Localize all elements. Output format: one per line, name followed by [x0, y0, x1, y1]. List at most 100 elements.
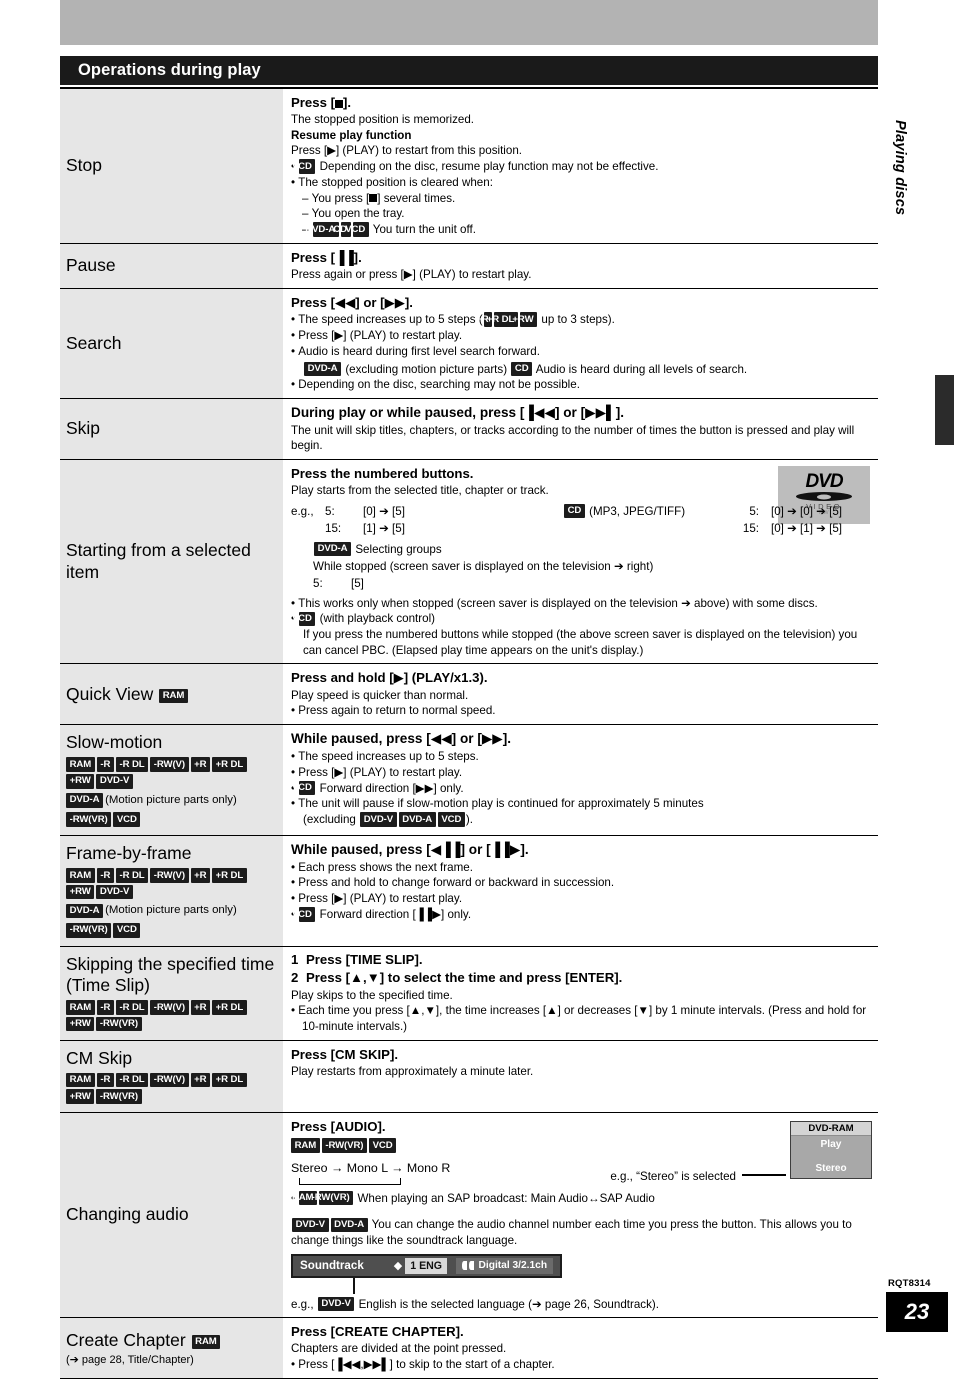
- instruction-heading: Press [CM SKIP].: [291, 1046, 398, 1062]
- dvd-logo-text: DVD: [805, 471, 843, 493]
- row-content-cell: While paused, press [◀▐▐] or [▐▐▶]. Each…: [283, 835, 878, 946]
- badge-note: (Motion picture parts only): [105, 793, 237, 806]
- edge-tab-marker: [935, 375, 954, 445]
- example-keys: [0] ➔ [0] ➔ [5]: [771, 504, 842, 518]
- row-label: Starting from a selected item: [66, 540, 251, 582]
- bullet-item: Press [▶] (PLAY) to restart play.: [291, 328, 870, 344]
- operations-table: Stop Press []. The stopped position is m…: [60, 87, 878, 1379]
- disc-badge-dvd-v: DVD-V: [317, 1296, 355, 1312]
- body-text: Press again or press [▶] (PLAY) to resta…: [291, 268, 532, 282]
- disc-badge-cd: CD: [511, 361, 533, 377]
- row-label: Skipping the specified time (Time Slip): [66, 953, 275, 995]
- unit-display-panel: DVD-RAM Play Stereo: [790, 1121, 872, 1180]
- row-label-cell: CM Skip RAM -R -R DL -RW(V) +R +R DL +RW -RW(V…: [60, 1040, 283, 1113]
- bullet-item: The unit will pause if slow-motion play …: [291, 796, 870, 812]
- numbered-example-block: 15: [1] ➔ [5] 15: [0] ➔ [1] ➔ [5]: [291, 520, 870, 537]
- inline-note: (excluding: [303, 813, 356, 827]
- disc-badge-ram: RAM: [291, 1138, 320, 1154]
- instruction-heading: Press and hold [▶] (PLAY/x1.3).: [291, 670, 488, 686]
- disc-badge-ram: RAM: [66, 1072, 95, 1088]
- row-content-cell: During play or while paused, press [▐◀◀]…: [283, 398, 878, 459]
- disc-badge-minus-rw-v: -RW(V): [150, 868, 189, 883]
- page-number: 23: [886, 1292, 948, 1332]
- disc-badge-minus-rw-vr: -RW(VR): [96, 1089, 142, 1105]
- instruction-heading: Press [].: [291, 95, 352, 110]
- disc-badge-plus-r: +R: [190, 757, 211, 772]
- table-row-search: Search Press [◀◀] or [▶▶]. The speed inc…: [60, 288, 878, 399]
- row-label: Pause: [66, 255, 116, 276]
- table-row-slow-motion: Slow-motion RAM -R -R DL -RW(V) +R +R DL +RW D…: [60, 725, 878, 836]
- bullet-item: Depending on the disc, searching may not…: [291, 377, 870, 393]
- disc-badge-minus-rw-v: -RW(V): [150, 1072, 189, 1088]
- disc-badge-minus-r-dl: -R DL: [115, 1072, 149, 1088]
- example-number: 5:: [325, 504, 335, 518]
- disc-badge-minus-r: -R: [96, 1072, 114, 1088]
- disc-badge-minus-rw-vr: -RW(VR): [66, 922, 112, 938]
- bullet-text: Depending on the disc, resume play funct…: [319, 160, 659, 174]
- example-prefix: e.g.,: [291, 1297, 314, 1311]
- row-label-cell: Changing audio: [60, 1113, 283, 1318]
- dash-text: You turn the unit off.: [372, 223, 476, 237]
- subheading: Resume play function: [291, 128, 412, 142]
- bullet-item: The speed increases up to 5 steps.: [291, 749, 870, 765]
- disc-badge-vcd: VCD: [113, 812, 141, 827]
- disc-badge-vcd: VCD: [368, 1138, 397, 1154]
- table-row-create-chapter: Create Chapter RAM (➔ page 28, Title/Cha…: [60, 1318, 878, 1379]
- disc-badge-group: RAM -R -R DL -RW(V) +R +R DL +RW -RW(VR): [66, 1072, 277, 1105]
- example-keys: [0] ➔ [5]: [363, 504, 405, 518]
- disc-badge-plus-rw: +RW: [66, 773, 95, 789]
- row-label-cell: Skip: [60, 398, 283, 459]
- disc-badge-plus-rw: +RW: [66, 884, 95, 900]
- table-row-starting-from-selected-item: Starting from a selected item DVD VIDEO …: [60, 459, 878, 665]
- row-content-cell: Press and hold [▶] (PLAY/x1.3). Play spe…: [283, 664, 878, 725]
- disc-badge-minus-r: -R: [96, 757, 114, 772]
- section-header: Operations during play: [60, 56, 878, 85]
- disc-badge-dvd-v: DVD-V: [96, 773, 133, 789]
- bullet-item: Press [▐◀◀,▶▶▌] to skip to the start of …: [291, 1357, 870, 1373]
- bullet-text: Forward direction [▐▐▶] only.: [319, 908, 472, 922]
- bullet-text: (with playback control): [319, 612, 436, 626]
- disc-badge-dvd-a: DVD-A: [330, 1217, 368, 1233]
- disc-badge-vcd: VCD: [113, 922, 141, 938]
- disc-badge-group: RAM -R -R DL -RW(V) +R +R DL +RW -RW(VR): [66, 999, 277, 1032]
- row-content-cell: Press [CREATE CHAPTER]. Chapters are div…: [283, 1318, 878, 1378]
- callout-leader-line: [742, 1174, 786, 1177]
- bullet-item: RAM-RW(VR) When playing an SAP broadcast…: [291, 1190, 870, 1207]
- stop-square-icon: [369, 194, 378, 203]
- instruction-heading: Press [▐▐].: [291, 249, 362, 265]
- body-text: If you press the numbered buttons while …: [303, 628, 858, 657]
- row-label: Quick View RAM: [66, 684, 277, 705]
- instruction-heading: While paused, press [◀▐▐] or [▐▐▶].: [291, 841, 529, 857]
- group-title: Selecting groups: [355, 542, 442, 556]
- row-label: Skip: [66, 418, 101, 439]
- row-label: Search: [66, 332, 122, 353]
- bullet-text: The speed increases up to 5 steps (: [298, 313, 483, 327]
- row-label-cell: Create Chapter RAM (➔ page 28, Title/Cha…: [60, 1318, 283, 1378]
- disc-badge-minus-r-dl: -R DL: [115, 1000, 149, 1015]
- disc-badge-vcd: VCD: [292, 611, 316, 627]
- osd-format-value: Digital 3/2.1ch: [456, 1257, 554, 1274]
- panel-disc-type: DVD-RAM: [791, 1122, 871, 1137]
- body-text: DVD-A (excluding motion picture parts) C…: [291, 361, 870, 378]
- cd-note: (MP3, JPEG/TIFF): [589, 504, 686, 518]
- body-paragraph: You can change the audio channel number …: [291, 1218, 852, 1247]
- manual-page: Operations during play Playing discs Sto…: [0, 0, 954, 1379]
- dvd-logo-disc-shape: [796, 492, 852, 502]
- disc-badge-ram: RAM: [191, 1334, 221, 1350]
- body-text: The unit will skip titles, chapters, or …: [291, 423, 855, 453]
- disc-badge-minus-rw-v: -RW(V): [150, 757, 189, 772]
- body-text: (excluding DVD-V DVD-A VCD).: [291, 812, 870, 828]
- body-text: DVD-V DVD-A You can change the audio chan…: [291, 1217, 870, 1248]
- row-label-cell: Pause: [60, 243, 283, 288]
- body-text: Play speed is quicker than normal.: [291, 688, 469, 702]
- disc-badge-dvd-v: DVD-V: [360, 812, 397, 827]
- row-content-cell: 1 Press [TIME SLIP]. 2 Press [▲,▼] to sele…: [283, 946, 878, 1040]
- table-row-changing-audio: Changing audio DVD-RAM Play Stereo e.g.,…: [60, 1113, 878, 1319]
- dash-item: DVD-ACDVCD You turn the unit off.: [291, 222, 870, 238]
- instruction-heading: Press [AUDIO].: [291, 1119, 386, 1135]
- bullet-item: VCD Forward direction [▐▐▶] only.: [291, 907, 870, 923]
- row-content-cell: While paused, press [◀◀] or [▶▶]. The sp…: [283, 725, 878, 835]
- step-text: Press [TIME SLIP].: [306, 951, 423, 967]
- instruction-heading: Press [CREATE CHAPTER].: [291, 1324, 464, 1340]
- bullet-item: Press [▶] (PLAY) to restart play.: [291, 891, 870, 907]
